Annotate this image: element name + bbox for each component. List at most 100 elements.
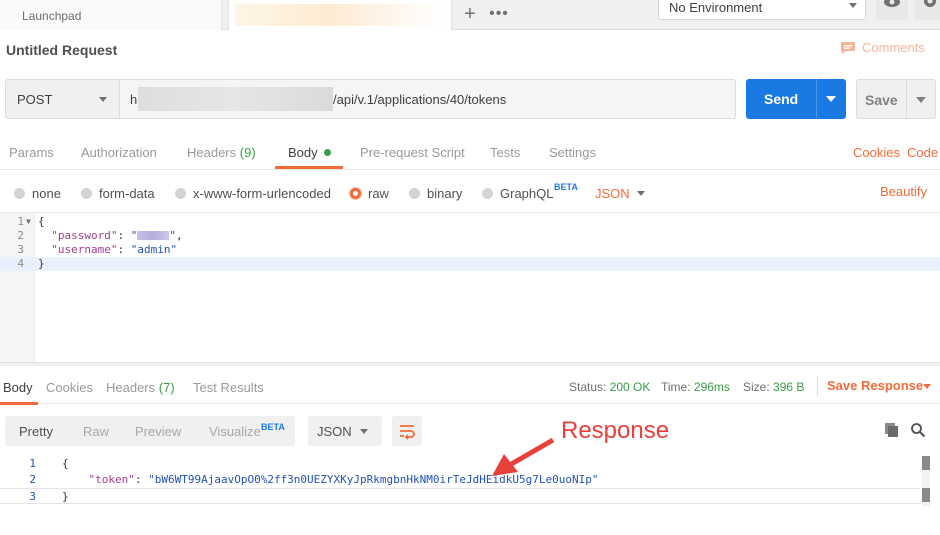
scrollbar-marker <box>922 456 930 470</box>
new-tab-button[interactable]: + <box>458 3 482 27</box>
tab-headers-count: (9) <box>239 145 256 160</box>
code-text: { <box>38 215 45 228</box>
tab-headers-label: Headers <box>187 145 237 160</box>
tab-headers[interactable]: Headers (9) <box>187 145 256 160</box>
manage-environments-button[interactable] <box>914 0 940 20</box>
view-tab-pretty[interactable]: Pretty <box>19 424 53 439</box>
password-redacted <box>137 231 170 240</box>
response-line: 2 "token": "bW6WT99AjaavOpO0%2ff3n0UEZYX… <box>0 472 920 488</box>
view-tab-preview[interactable]: Preview <box>135 424 181 439</box>
response-format-select[interactable]: JSON <box>308 416 382 446</box>
copy-icon[interactable] <box>884 422 900 438</box>
radio-raw[interactable]: raw <box>350 186 389 201</box>
response-tab-test-results[interactable]: Test Results <box>193 380 264 395</box>
view-tab-raw[interactable]: Raw <box>83 424 109 439</box>
response-body-viewer[interactable]: 1 { 2 "token": "bW6WT99AjaavOpO0%2ff3n0U… <box>0 456 940 516</box>
tab-authorization[interactable]: Authorization <box>81 145 157 160</box>
editor-line: 1 ▼ { <box>0 215 940 229</box>
response-tab-headers[interactable]: Headers (7) <box>106 380 175 395</box>
radio-binary-label: binary <box>427 186 463 201</box>
fold-arrow-icon[interactable]: ▼ <box>26 215 31 229</box>
tab-params[interactable]: Params <box>9 145 54 160</box>
response-line-current: 3 } <box>0 488 920 504</box>
more-tabs-button[interactable]: ••• <box>486 3 512 27</box>
status-label: Status: <box>569 380 607 394</box>
tab-body[interactable]: Body <box>288 145 331 160</box>
radio-none[interactable]: none <box>14 186 61 201</box>
response-line: 1 { <box>0 456 920 472</box>
cookies-link[interactable]: Cookies <box>853 145 900 160</box>
response-view-tabs: Pretty Raw Preview Visualize BETA <box>5 416 295 446</box>
json-key-password: "password" <box>51 229 118 242</box>
environment-select[interactable]: No Environment <box>658 0 866 20</box>
time-info: Time: 296ms <box>661 380 730 394</box>
tab-untitled-request[interactable] <box>228 0 452 30</box>
radio-x-www-form-urlencoded[interactable]: x-www-form-urlencoded <box>175 186 331 201</box>
method-select[interactable]: POST <box>5 79 120 119</box>
comments-button[interactable]: Comments <box>840 40 925 55</box>
tab-launchpad[interactable]: Launchpad <box>0 0 222 30</box>
tab-title-redacted <box>235 4 445 26</box>
size-info: Size: 396 B <box>743 380 804 394</box>
save-options-chevron-icon[interactable] <box>916 97 926 103</box>
radio-graphql-label: GraphQL <box>500 186 554 201</box>
radio-none-label: none <box>32 186 61 201</box>
size-value: 396 B <box>773 380 805 394</box>
tab-body-label: Body <box>288 145 318 160</box>
size-label: Size: <box>743 380 770 394</box>
response-tab-cookies[interactable]: Cookies <box>46 380 93 395</box>
request-tabs: Params Authorization Headers (9) Body Pr… <box>0 134 940 170</box>
chevron-down-icon <box>637 191 645 196</box>
radio-circle-icon <box>81 188 92 199</box>
tab-tests[interactable]: Tests <box>490 145 520 160</box>
view-tab-visualize[interactable]: Visualize <box>209 424 261 439</box>
save-response-button[interactable]: Save Response <box>827 378 931 393</box>
line-number: 2 <box>17 229 24 242</box>
bottom-spacer <box>0 516 940 535</box>
code-text: "token": "bW6WT99AjaavOpO0%2ff3n0UEZYXKy… <box>88 473 599 486</box>
code-text: { <box>62 457 69 470</box>
status-value: 200 OK <box>609 380 651 394</box>
tab-pre-request-script[interactable]: Pre-request Script <box>360 145 465 160</box>
line-number: 4 <box>17 257 24 270</box>
response-tab-body[interactable]: Body <box>3 380 33 395</box>
code-text: "password": " ", <box>51 229 183 242</box>
json-value-username: "admin" <box>130 243 178 256</box>
response-tab-headers-count: (7) <box>158 380 175 395</box>
request-title[interactable]: Untitled Request <box>6 42 117 58</box>
chevron-down-icon <box>99 97 107 102</box>
radio-graphql[interactable]: GraphQL <box>482 186 553 201</box>
environment-quick-look-button[interactable] <box>876 0 908 20</box>
save-button[interactable]: Save <box>856 79 936 119</box>
response-annotation-label: Response <box>561 417 670 444</box>
search-icon[interactable] <box>910 422 926 438</box>
radio-form-data[interactable]: form-data <box>81 186 155 201</box>
body-format-value: JSON <box>595 186 630 201</box>
wrap-lines-button[interactable] <box>392 416 422 446</box>
send-button[interactable]: Send <box>746 79 846 119</box>
send-options-chevron-icon[interactable] <box>826 96 836 102</box>
save-divider <box>906 80 907 118</box>
code-link[interactable]: Code <box>907 145 938 160</box>
eye-icon <box>884 0 900 7</box>
url-input[interactable]: h /api/v.1/applications/40/tokens <box>120 79 736 119</box>
comments-label: Comments <box>862 40 925 55</box>
body-indicator-dot <box>323 149 331 156</box>
beautify-link[interactable]: Beautify <box>880 184 927 199</box>
time-label: Time: <box>661 380 691 394</box>
json-key-token: "token" <box>88 473 135 486</box>
radio-circle-icon <box>175 188 186 199</box>
tab-settings[interactable]: Settings <box>549 145 596 160</box>
request-body-editor[interactable]: 1 ▼ { 2 "password": " ", 3 "username": "a… <box>0 212 940 363</box>
json-key-username: "username" <box>51 243 118 256</box>
method-select-value: POST <box>17 92 53 107</box>
line-number: 1 <box>29 457 36 470</box>
radio-form-data-label: form-data <box>99 186 155 201</box>
save-response-label: Save Response <box>827 378 924 393</box>
body-format-select[interactable]: JSON <box>595 186 645 201</box>
radio-binary[interactable]: binary <box>409 186 462 201</box>
url-prefix: h <box>130 92 138 107</box>
request-tab-bar: Launchpad + ••• No Environment <box>0 0 940 30</box>
send-button-label: Send <box>764 91 799 107</box>
chevron-down-icon <box>849 3 857 8</box>
